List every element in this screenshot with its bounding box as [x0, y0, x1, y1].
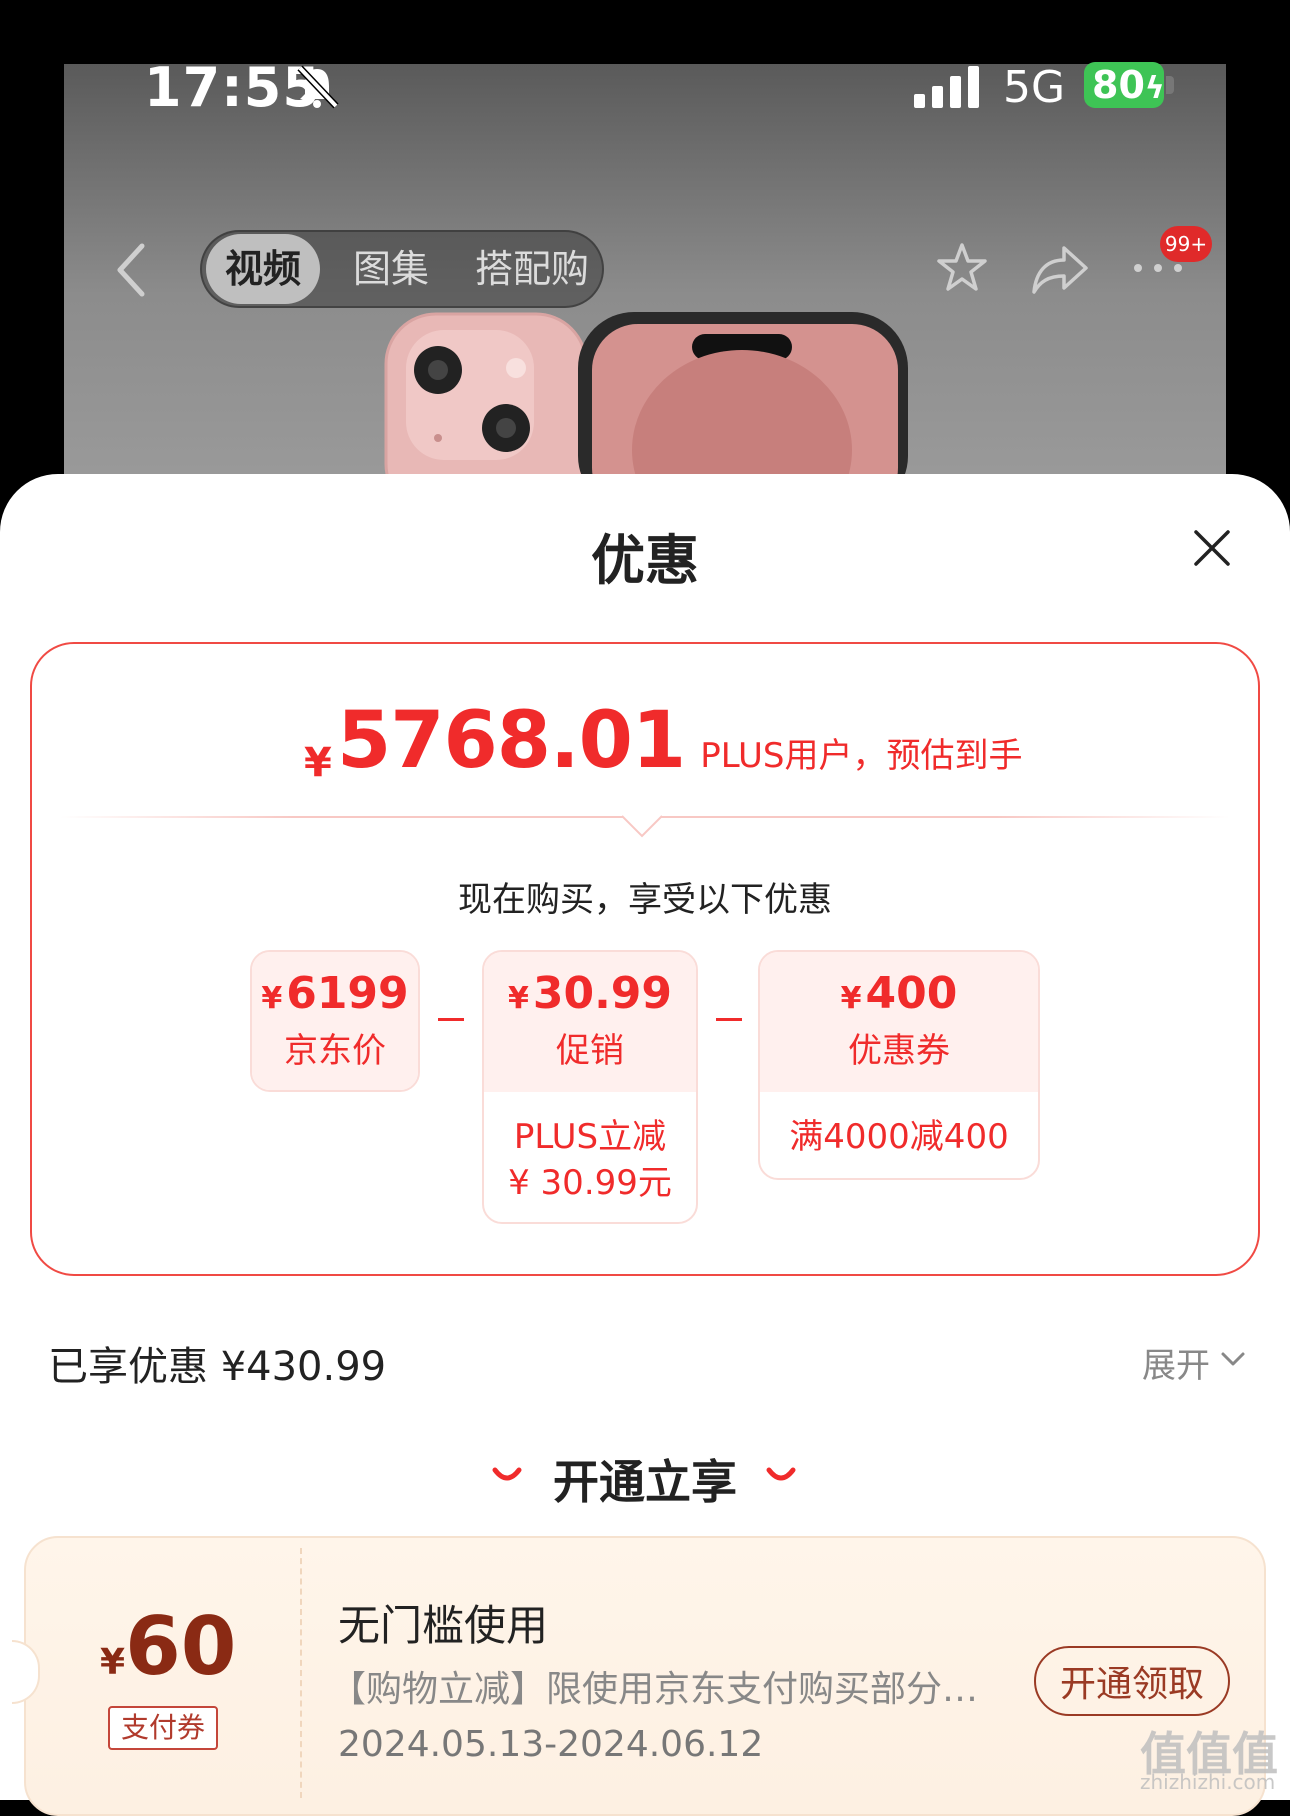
product-phone-image — [384, 312, 908, 490]
estimated-price-note: PLUS用户，预估到手 — [700, 736, 1023, 776]
breakdown-detail-line: ¥ 30.99元 — [508, 1163, 672, 1203]
claim-coupon-button[interactable]: 开通领取 — [1034, 1646, 1230, 1716]
enjoyed-discount-total: 已享优惠 ¥430.99 — [48, 1344, 387, 1390]
breakdown-amount: ¥6199 — [252, 952, 418, 1019]
media-tabs: 视频 图集 搭配购 — [200, 230, 604, 308]
breakdown-promotion-head: ¥30.99 促销 — [484, 952, 696, 1092]
coupon-amount: ¥60 — [100, 1600, 236, 1693]
silent-bell-icon — [297, 65, 339, 109]
breakdown-amount-value: 30.99 — [532, 968, 673, 1019]
coupon-date-range: 2024.05.13-2024.06.12 — [338, 1724, 764, 1765]
battery-level: 80 — [1092, 63, 1145, 107]
currency-symbol: ¥ — [100, 1642, 126, 1683]
breakdown-detail: PLUS立减 ¥ 30.99元 — [484, 1092, 696, 1206]
breakdown-detail: 满4000减400 — [760, 1092, 1038, 1160]
close-icon[interactable] — [1188, 524, 1236, 572]
minus-sign — [438, 1018, 464, 1021]
breakdown-promotion: ¥30.99 促销 PLUS立减 ¥ 30.99元 — [482, 950, 698, 1224]
cellular-signal-icon — [914, 66, 979, 108]
minus-sign — [716, 1018, 742, 1021]
coupon-separator — [300, 1548, 302, 1798]
chevron-down-icon[interactable] — [1220, 1350, 1246, 1368]
breakdown-jd-price-head: ¥6199 京东价 — [252, 952, 418, 1090]
breakdown-amount-value: 6199 — [286, 968, 409, 1019]
coupon-title: 无门槛使用 — [338, 1601, 549, 1650]
currency-symbol: ¥ — [304, 740, 332, 786]
decorative-chevron-icon — [766, 1467, 796, 1481]
status-bar: 17:55 5G 80ϟ — [0, 0, 1290, 176]
currency-symbol: ¥ — [261, 981, 283, 1016]
back-arrow-icon[interactable] — [110, 240, 156, 300]
estimated-price-value: 5768.01 — [336, 696, 686, 786]
battery-indicator: 80ϟ — [1084, 62, 1165, 108]
breakdown-amount: ¥30.99 — [484, 952, 696, 1019]
divider-notch — [622, 815, 662, 838]
currency-symbol: ¥ — [507, 981, 529, 1016]
breakdown-subtitle: 现在购买，享受以下优惠 — [458, 880, 832, 920]
sheet-title: 优惠 — [591, 529, 699, 592]
breakdown-amount-value: 400 — [865, 968, 958, 1019]
share-icon[interactable] — [1030, 242, 1090, 296]
expand-button[interactable]: 展开 — [1142, 1338, 1210, 1387]
breakdown-detail-line: 满4000减400 — [789, 1117, 1009, 1157]
tab-gallery[interactable]: 图集 — [326, 232, 456, 306]
breakdown-label: 京东价 — [284, 1031, 386, 1071]
tab-video[interactable]: 视频 — [206, 234, 320, 304]
breakdown-coupon: ¥400 优惠券 满4000减400 — [758, 950, 1040, 1180]
currency-symbol: ¥ — [840, 981, 862, 1016]
tab-bundle[interactable]: 搭配购 — [462, 232, 602, 306]
breakdown-jd-price: ¥6199 京东价 — [250, 950, 420, 1092]
network-type: 5G — [1003, 62, 1066, 113]
watermark-url: zhizhizhi.com — [1140, 1770, 1276, 1794]
breakdown-coupon-head: ¥400 优惠券 — [760, 952, 1038, 1092]
favorite-star-icon[interactable] — [934, 240, 990, 296]
breakdown-label: 优惠券 — [848, 1031, 950, 1071]
battery-cap — [1166, 76, 1174, 94]
coupon-type-tag: 支付券 — [108, 1706, 218, 1750]
message-count-badge: 99+ — [1160, 226, 1212, 262]
open-plus-section-title: 开通立享 — [553, 1455, 737, 1509]
coupon-amount-value: 60 — [125, 1600, 237, 1693]
estimated-price: ¥ 5768.01 PLUS用户，预估到手 — [304, 696, 1023, 796]
breakdown-detail-line: PLUS立减 — [513, 1117, 667, 1157]
coupon-description: 【购物立减】限使用京东支付购买部分… — [330, 1669, 979, 1710]
breakdown-label: 促销 — [556, 1031, 624, 1071]
breakdown-amount: ¥400 — [760, 952, 1038, 1019]
